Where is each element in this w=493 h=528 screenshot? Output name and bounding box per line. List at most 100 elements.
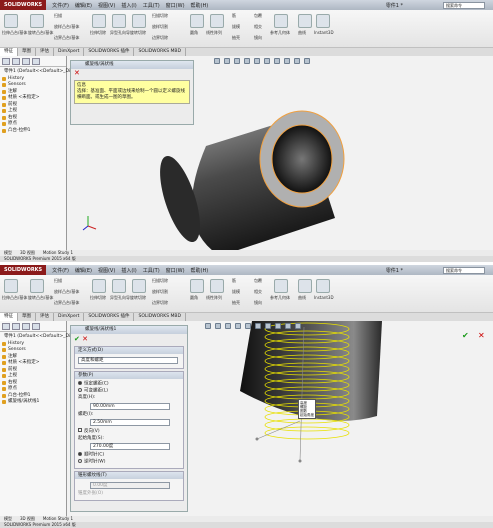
search-input[interactable]: 搜索命令 [443, 1, 485, 9]
lofted-cut-label[interactable]: 放样切割 [152, 289, 168, 295]
menu-file[interactable]: 文件(F) [52, 2, 69, 9]
boundary-cut-label[interactable]: 边界切除 [152, 300, 168, 306]
property-manager-icon[interactable] [12, 58, 20, 65]
menu-view[interactable]: 视图(V) [98, 2, 115, 9]
height-field[interactable]: 90.00mm [90, 402, 170, 410]
display-style-icon[interactable] [255, 323, 261, 329]
zoom-area-icon[interactable] [224, 58, 230, 64]
swept-cut-label[interactable]: 扫描切除 [152, 13, 168, 19]
menu-insert[interactable]: 插入(I) [121, 267, 136, 274]
define-by-header[interactable]: 定义方式(D) [75, 347, 183, 354]
reference-geometry-button[interactable] [274, 14, 288, 28]
curves-button[interactable] [298, 14, 312, 28]
view-settings-icon[interactable] [295, 323, 301, 329]
tab-features[interactable]: 特征 [0, 48, 18, 56]
menu-window[interactable]: 窗口(W) [166, 267, 185, 274]
extrude-boss-button[interactable] [4, 14, 18, 28]
tab-features[interactable]: 特征 [0, 313, 18, 321]
feature-tree-icon[interactable] [2, 58, 10, 65]
counterclockwise-option[interactable]: 逆时针(W) [78, 459, 180, 466]
menu-window[interactable]: 窗口(W) [166, 2, 185, 9]
sweep-label[interactable]: 扫描 [54, 13, 62, 19]
graphics-area[interactable] [72, 56, 493, 256]
tab-sketch[interactable]: 草图 [18, 48, 36, 56]
menu-insert[interactable]: 插入(I) [121, 2, 136, 9]
linear-pattern-button[interactable] [210, 14, 224, 28]
curves-button[interactable] [298, 279, 312, 293]
wrap-label[interactable]: 包覆 [254, 13, 262, 19]
tab-addins[interactable]: SOLIDWORKS 插件 [84, 48, 135, 56]
extrude-cut-button[interactable] [92, 279, 106, 293]
extrude-cut-button[interactable] [92, 14, 106, 28]
tab-addins[interactable]: SOLIDWORKS 插件 [84, 313, 135, 321]
menu-edit[interactable]: 编辑(E) [75, 267, 92, 274]
appearance-icon[interactable] [284, 58, 290, 64]
rib-label[interactable]: 筋 [232, 13, 236, 19]
mirror-label[interactable]: 镜向 [254, 35, 262, 41]
config-manager-icon[interactable] [22, 323, 30, 330]
tab-evaluate[interactable]: 评估 [36, 48, 54, 56]
constant-pitch-option[interactable]: 恒定螺距(C) [78, 381, 180, 388]
revolve-cut-button[interactable] [132, 14, 146, 28]
fillet-button[interactable] [190, 279, 204, 293]
zoom-area-icon[interactable] [215, 323, 221, 329]
section-view-icon[interactable] [244, 58, 250, 64]
config-manager-icon[interactable] [22, 58, 30, 65]
loft-label[interactable]: 放样凸台/基体 [54, 289, 79, 295]
draft-label[interactable]: 拔模 [232, 24, 240, 30]
menu-tools[interactable]: 工具(T) [143, 2, 160, 9]
revolve-cut-button[interactable] [132, 279, 146, 293]
shell-label[interactable]: 抽壳 [232, 35, 240, 41]
hide-show-icon[interactable] [274, 58, 280, 64]
mirror-label[interactable]: 镜向 [254, 300, 262, 306]
tab-evaluate[interactable]: 评估 [36, 313, 54, 321]
boundary-boss-label[interactable]: 边界凸台/基体 [54, 35, 79, 41]
tree-item-helix[interactable]: 螺旋线/涡状线1 [2, 399, 64, 406]
dimxpert-manager-icon[interactable] [32, 58, 40, 65]
loft-label[interactable]: 放样凸台/基体 [54, 24, 79, 30]
zoom-fit-icon[interactable] [205, 323, 211, 329]
hole-wizard-button[interactable] [112, 14, 126, 28]
scene-icon[interactable] [285, 323, 291, 329]
revolve-boss-button[interactable] [30, 14, 44, 28]
helix-dimension-callout[interactable]: 高度 螺距 圈数 起始角度 [298, 399, 316, 419]
appearance-icon[interactable] [275, 323, 281, 329]
menu-view[interactable]: 视图(V) [98, 267, 115, 274]
confirm-corner-cancel-icon[interactable]: ✕ [478, 331, 485, 340]
boundary-boss-label[interactable]: 边界凸台/基体 [54, 300, 79, 306]
intersect-label[interactable]: 相交 [254, 289, 262, 295]
tab-mbd[interactable]: SOLIDWORKS MBD [134, 48, 186, 56]
linear-pattern-button[interactable] [210, 279, 224, 293]
instant3d-button[interactable] [316, 279, 330, 293]
menu-file[interactable]: 文件(F) [52, 267, 69, 274]
scene-icon[interactable] [294, 58, 300, 64]
start-angle-field[interactable]: 270.00度 [90, 443, 170, 450]
feature-tree-icon[interactable] [2, 323, 10, 330]
end-point-handle[interactable] [298, 459, 302, 463]
wrap-label[interactable]: 包覆 [254, 278, 262, 284]
sweep-label[interactable]: 扫描 [54, 278, 62, 284]
revolve-boss-button[interactable] [30, 279, 44, 293]
taper-header[interactable]: 锥形螺纹线(T) [75, 472, 183, 479]
menu-help[interactable]: 帮助(H) [191, 267, 209, 274]
fillet-button[interactable] [190, 14, 204, 28]
reverse-checkbox[interactable]: 反向(V) [78, 428, 180, 436]
tab-sketch[interactable]: 草图 [18, 313, 36, 321]
section-view-icon[interactable] [235, 323, 241, 329]
cancel-icon[interactable]: ✕ [82, 335, 88, 343]
boundary-cut-label[interactable]: 边界切除 [152, 35, 168, 41]
rib-label[interactable]: 筋 [232, 278, 236, 284]
shell-label[interactable]: 抽壳 [232, 300, 240, 306]
dimxpert-manager-icon[interactable] [32, 323, 40, 330]
tab-dimxpert[interactable]: DimXpert [54, 313, 85, 321]
swept-cut-label[interactable]: 扫描切除 [152, 278, 168, 284]
hole-wizard-button[interactable] [112, 279, 126, 293]
taper-outward-checkbox[interactable]: 锥度外张(O) [78, 491, 180, 498]
taper-angle-field[interactable]: 0.00度 [90, 482, 170, 489]
define-by-select[interactable]: 高度和螺距 [78, 357, 178, 364]
menu-edit[interactable]: 编辑(E) [75, 2, 92, 9]
menu-tools[interactable]: 工具(T) [143, 267, 160, 274]
confirm-corner-ok-icon[interactable]: ✔ [462, 331, 469, 340]
property-manager-icon[interactable] [12, 323, 20, 330]
clockwise-option[interactable]: 顺时针(C) [78, 452, 180, 459]
